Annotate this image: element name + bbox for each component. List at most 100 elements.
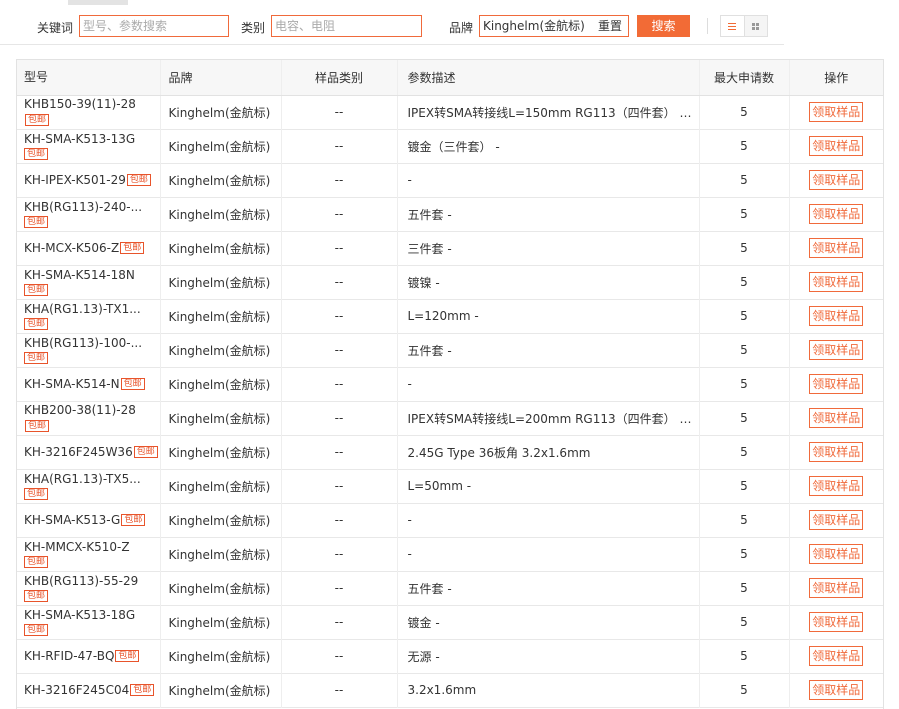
get-sample-button[interactable]: 领取样品 [809, 510, 864, 530]
free-shipping-badge: 包邮 [24, 590, 48, 602]
max-qty-cell: 5 [740, 513, 748, 527]
model-link[interactable]: KH-SMA-K513-13G [24, 132, 135, 146]
header-sample-type: 样品类别 [281, 60, 397, 96]
model-link[interactable]: KHB150-39(11)-28 [24, 97, 136, 111]
model-cell: KHB(RG113)-55-29 包邮 [17, 571, 160, 605]
get-sample-button[interactable]: 领取样品 [809, 238, 864, 258]
model-link[interactable]: KH-RFID-47-BQ [24, 649, 114, 663]
max-qty-cell: 5 [740, 411, 748, 425]
keyword-input[interactable] [79, 15, 229, 37]
list-view-button[interactable] [721, 16, 744, 36]
model-cell: KHA(RG1.13)-TX5... 包邮 [17, 469, 160, 503]
search-button[interactable]: 搜索 [637, 15, 690, 37]
brand-cell: Kinghelm(金航标) [159, 673, 282, 707]
search-bar: 关键词 类别 品牌 Kinghelm(金航标) 重置 搜索 [0, 5, 784, 45]
model-link[interactable]: KH-IPEX-K501-29 [24, 173, 126, 187]
max-qty-cell: 5 [740, 105, 748, 119]
sample-type-cell: -- [334, 683, 344, 697]
get-sample-button[interactable]: 领取样品 [809, 204, 864, 224]
get-sample-button[interactable]: 领取样品 [809, 272, 864, 292]
get-sample-button[interactable]: 领取样品 [809, 102, 864, 122]
brand-value: Kinghelm(金航标) [483, 19, 585, 33]
model-link[interactable]: KHB200-38(11)-28 [24, 403, 136, 417]
get-sample-button[interactable]: 领取样品 [809, 374, 864, 394]
get-sample-button[interactable]: 领取样品 [809, 578, 864, 598]
get-sample-button[interactable]: 领取样品 [809, 680, 864, 700]
free-shipping-badge: 包邮 [24, 556, 48, 568]
get-sample-button[interactable]: 领取样品 [809, 544, 864, 564]
table-header-row: 型号 品牌 样品类别 参数描述 最大申请数 操作 [17, 60, 883, 96]
free-shipping-badge: 包邮 [25, 113, 50, 126]
sample-type-cell: -- [334, 445, 344, 459]
params-cell: 2.45G Type 36板角 3.2x1.6mm [396, 435, 700, 469]
model-link[interactable]: KHA(RG1.13)-TX1... [24, 302, 141, 316]
sample-type-cell: -- [334, 649, 344, 663]
model-link[interactable]: KH-SMA-K514-18N [24, 268, 135, 282]
get-sample-button[interactable]: 领取样品 [809, 476, 864, 496]
header-max-qty: 最大申请数 [699, 60, 789, 96]
model-link[interactable]: KH-SMA-K513-G [24, 513, 120, 527]
get-sample-button[interactable]: 领取样品 [809, 408, 864, 428]
model-link[interactable]: KH-SMA-K513-18G [24, 608, 135, 622]
model-link[interactable]: KHB(RG113)-100-... [24, 336, 142, 350]
table-row: KHB(RG113)-240-... 包邮 Kinghelm(金航标) -- 五件套 -… [17, 197, 883, 231]
table-row: KH-SMA-K513-G 包邮 Kinghelm(金航标) -- -5 领取样品 [17, 503, 883, 537]
model-cell: KHA(RG1.13)-TX1... 包邮 [17, 299, 160, 333]
params-cell: IPEX转SMA转接线L=200mm RG113（四件套） 200mm [396, 401, 700, 435]
free-shipping-badge: 包邮 [24, 624, 48, 636]
sample-type-cell: -- [334, 275, 344, 289]
brand-cell: Kinghelm(金航标) [159, 469, 282, 503]
max-qty-cell: 5 [740, 139, 748, 153]
get-sample-button[interactable]: 领取样品 [809, 136, 864, 156]
brand-cell: Kinghelm(金航标) [159, 95, 282, 129]
model-link[interactable]: KH-MCX-K506-Z [24, 241, 119, 255]
get-sample-button[interactable]: 领取样品 [809, 170, 864, 190]
free-shipping-badge: 包邮 [24, 488, 48, 500]
list-icon [728, 22, 737, 30]
max-qty-cell: 5 [740, 649, 748, 663]
category-input[interactable] [271, 15, 422, 37]
grid-icon [752, 22, 760, 30]
free-shipping-badge: 包邮 [24, 216, 48, 228]
get-sample-button[interactable]: 领取样品 [809, 340, 864, 360]
sample-type-cell: -- [334, 343, 344, 357]
free-shipping-badge: 包邮 [24, 284, 48, 296]
model-link[interactable]: KHB(RG113)-240-... [24, 200, 142, 214]
get-sample-button[interactable]: 领取样品 [809, 646, 864, 666]
model-link[interactable]: KH-SMA-K514-N [24, 377, 120, 391]
action-cell: 领取样品 [788, 265, 883, 299]
params-cell: 镀镍 - [396, 265, 700, 299]
free-shipping-badge: 包邮 [24, 352, 48, 364]
model-link[interactable]: KH-3216F245W36 [24, 445, 133, 459]
model-cell: KHB200-38(11)-28 包邮 [17, 401, 160, 435]
action-cell: 领取样品 [788, 571, 883, 605]
model-cell: KHB150-39(11)-28 包邮 [17, 95, 160, 129]
sample-type-cell: -- [334, 615, 344, 629]
reset-button[interactable]: 重置 [598, 16, 622, 36]
max-qty-cell: 5 [740, 173, 748, 187]
grid-view-button[interactable] [743, 16, 767, 36]
model-link[interactable]: KH-3216F245C04 [24, 683, 129, 697]
model-link[interactable]: KHB(RG113)-55-29 [24, 574, 138, 588]
model-cell: KH-SMA-K513-13G 包邮 [17, 129, 160, 163]
free-shipping-badge: 包邮 [130, 684, 155, 696]
brand-cell: Kinghelm(金航标) [159, 231, 282, 265]
table-row: KH-3216F245C04 包邮 Kinghelm(金航标) -- 3.2x1.6mm… [17, 673, 883, 707]
brand-field[interactable]: Kinghelm(金航标) 重置 [479, 15, 629, 37]
model-link[interactable]: KH-MMCX-K510-Z [24, 540, 130, 554]
sample-type-cell: -- [334, 377, 344, 391]
brand-label: 品牌 [449, 21, 474, 35]
sample-table-container: 型号 品牌 样品类别 参数描述 最大申请数 操作 KHB150-39(11)-2… [16, 59, 884, 709]
brand-cell: Kinghelm(金航标) [159, 605, 282, 639]
model-link[interactable]: KHA(RG1.13)-TX5... [24, 472, 141, 486]
sample-type-cell: -- [334, 207, 344, 221]
free-shipping-badge: 包邮 [120, 378, 145, 390]
get-sample-button[interactable]: 领取样品 [809, 442, 864, 462]
brand-cell: Kinghelm(金航标) [159, 503, 282, 537]
action-cell: 领取样品 [788, 163, 883, 197]
get-sample-button[interactable]: 领取样品 [809, 306, 864, 326]
action-cell: 领取样品 [788, 231, 883, 265]
brand-cell: Kinghelm(金航标) [159, 299, 282, 333]
get-sample-button[interactable]: 领取样品 [809, 612, 864, 632]
brand-cell: Kinghelm(金航标) [159, 401, 282, 435]
